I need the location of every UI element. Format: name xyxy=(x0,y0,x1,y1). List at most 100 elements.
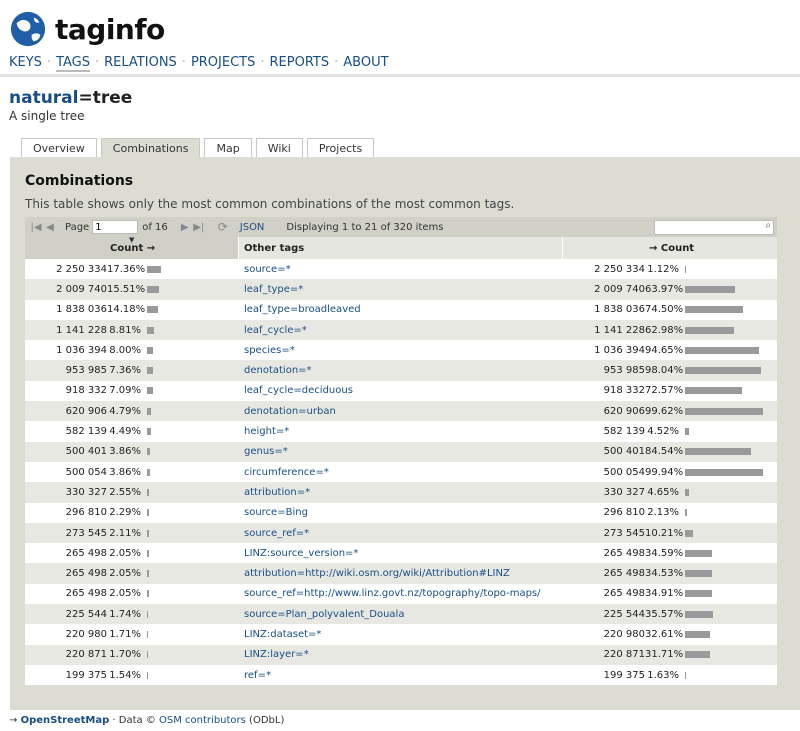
main-nav: KEYS · TAGS · RELATIONS · PROJECTS · REPORTS · ABO… xyxy=(9,55,389,72)
other-tag-link[interactable]: species=* xyxy=(239,345,295,356)
contributors-link[interactable]: OSM contributors xyxy=(159,715,246,726)
other-tag-link[interactable]: source=Plan_polyvalent_Douala xyxy=(239,609,404,620)
other-tag-link[interactable]: source=* xyxy=(239,264,291,275)
count-bar xyxy=(147,407,151,415)
count-percent: 15.51% xyxy=(107,283,146,295)
count-value: 2 009 740 xyxy=(56,283,107,295)
count-value: 1 036 394 xyxy=(56,344,107,356)
other-tag-link[interactable]: LINZ:layer=* xyxy=(239,649,309,660)
nav-separator: · xyxy=(334,55,339,70)
count-bar-right xyxy=(685,387,742,395)
tab-projects[interactable]: Projects xyxy=(306,138,375,158)
count-right-header[interactable]: → Count xyxy=(563,237,777,259)
nav-item-about[interactable]: ABOUT xyxy=(343,55,388,72)
other-tag-link[interactable]: attribution=* xyxy=(239,487,310,498)
other-tag-link[interactable]: LINZ:dataset=* xyxy=(239,629,321,640)
tab-combinations[interactable]: Combinations xyxy=(100,138,201,158)
count-bar xyxy=(147,610,149,618)
count-percent-right: 34.91% xyxy=(645,588,684,600)
nav-item-keys[interactable]: KEYS xyxy=(9,55,42,72)
other-tag-link[interactable]: LINZ:source_version=* xyxy=(239,548,358,559)
tag-cell: species=* xyxy=(239,345,563,356)
table-row: 500 401 3.86% genus=* 500 401 84.54% xyxy=(25,441,777,462)
count-percent: 3.86% xyxy=(109,466,141,478)
count-value: 1 838 036 xyxy=(56,304,107,316)
count-cell-right: 1 141 228 62.98% xyxy=(563,325,777,336)
prev-page-icon[interactable]: ◀ xyxy=(43,222,57,233)
other-tag-link[interactable]: height=* xyxy=(239,426,289,437)
title-value: tree xyxy=(92,88,133,108)
tag-cell: leaf_cycle=deciduous xyxy=(239,385,563,396)
count-bar xyxy=(147,590,149,598)
search-input[interactable]: ⌕ xyxy=(654,220,774,235)
count-value: 225 544 xyxy=(65,608,107,620)
nav-item-tags[interactable]: TAGS xyxy=(56,55,90,72)
other-tags-header[interactable]: Other tags xyxy=(239,237,563,259)
count-cell: 220 871 1.70% xyxy=(25,649,239,660)
osm-link[interactable]: OpenStreetMap xyxy=(21,715,110,726)
title-key-link[interactable]: natural xyxy=(9,88,79,108)
count-bar-right xyxy=(685,651,710,659)
count-cell: 1 838 036 14.18% xyxy=(25,304,239,315)
other-tag-link[interactable]: leaf_cycle=* xyxy=(239,325,307,336)
count-cell-right: 2 009 740 63.97% xyxy=(563,284,777,295)
tag-cell: attribution=http://wiki.osm.org/wiki/Att… xyxy=(239,568,563,579)
page-label: Page xyxy=(65,221,90,233)
other-tag-link[interactable]: denotation=* xyxy=(239,365,312,376)
count-cell-right: 2 250 334 1.12% xyxy=(563,264,777,275)
nav-divider xyxy=(0,74,800,77)
count-cell: 330 327 2.55% xyxy=(25,487,239,498)
count-bar xyxy=(147,367,153,375)
count-bar xyxy=(147,509,149,517)
tag-cell: source_ref=http://www.linz.govt.nz/topog… xyxy=(239,588,563,599)
page-count: of 16 xyxy=(142,221,168,233)
count-cell-right: 1 838 036 74.50% xyxy=(563,304,777,315)
other-tag-link[interactable]: genus=* xyxy=(239,446,288,457)
count-cell-right: 225 544 35.57% xyxy=(563,609,777,620)
other-tag-link[interactable]: ref=* xyxy=(239,670,271,681)
nav-item-relations[interactable]: RELATIONS xyxy=(104,55,177,72)
search-icon: ⌕ xyxy=(765,220,771,231)
nav-item-projects[interactable]: PROJECTS xyxy=(191,55,255,72)
count-value: 265 498 xyxy=(65,588,107,600)
other-tag-link[interactable]: source_ref=http://www.linz.govt.nz/topog… xyxy=(239,588,541,599)
table-row: 273 545 2.11% source_ref=* 273 545 10.21% xyxy=(25,522,777,544)
json-link[interactable]: JSON xyxy=(240,222,265,233)
other-tag-link[interactable]: source=Bing xyxy=(239,507,308,518)
table-row: 1 838 036 14.18% leaf_type=broadleaved 1 83… xyxy=(25,299,777,320)
other-tag-link[interactable]: circumference=* xyxy=(239,467,329,478)
count-percent: 2.55% xyxy=(109,486,141,498)
tab-overview[interactable]: Overview xyxy=(21,138,97,158)
logo[interactable]: taginfo xyxy=(9,10,165,48)
page-input[interactable] xyxy=(92,220,139,234)
first-page-icon[interactable]: |◀ xyxy=(29,222,43,233)
count-percent-right: 4.65% xyxy=(647,486,679,498)
other-tag-link[interactable]: leaf_type=broadleaved xyxy=(239,304,361,315)
other-tag-link[interactable]: attribution=http://wiki.osm.org/wiki/Att… xyxy=(239,568,510,579)
last-page-icon[interactable]: ▶| xyxy=(192,222,206,233)
tab-map[interactable]: Map xyxy=(204,138,252,158)
count-left-header[interactable]: ▼ Count → xyxy=(25,237,239,259)
next-page-icon[interactable]: ▶ xyxy=(178,222,192,233)
table-row: 2 250 334 17.36% source=* 2 250 334 1.12% xyxy=(25,259,777,280)
other-tag-link[interactable]: leaf_type=* xyxy=(239,284,303,295)
refresh-icon[interactable]: ⟳ xyxy=(216,220,230,234)
other-tag-link[interactable]: source_ref=* xyxy=(239,528,309,539)
count-cell-right: 220 980 32.61% xyxy=(563,629,777,640)
count-percent-right: 35.57% xyxy=(645,608,684,620)
count-bar xyxy=(147,387,153,395)
tab-bar: Overview Combinations Map Wiki Projects xyxy=(21,138,378,158)
count-left-label: Count → xyxy=(110,242,156,254)
nav-item-reports[interactable]: REPORTS xyxy=(270,55,330,72)
count-value-right: 2 250 334 xyxy=(594,263,645,275)
tab-wiki[interactable]: Wiki xyxy=(255,138,303,158)
other-tag-link[interactable]: leaf_cycle=deciduous xyxy=(239,385,353,396)
table-row: 225 544 1.74% source=Plan_polyvalent_Doual… xyxy=(25,604,777,625)
other-tag-link[interactable]: denotation=urban xyxy=(239,406,336,417)
tag-cell: genus=* xyxy=(239,446,563,457)
section-description: This table shows only the most common co… xyxy=(25,197,515,211)
count-percent-right: 34.53% xyxy=(645,568,684,580)
count-cell: 500 054 3.86% xyxy=(25,467,239,478)
count-cell: 1 141 228 8.81% xyxy=(25,325,239,336)
count-cell-right: 273 545 10.21% xyxy=(563,528,777,539)
